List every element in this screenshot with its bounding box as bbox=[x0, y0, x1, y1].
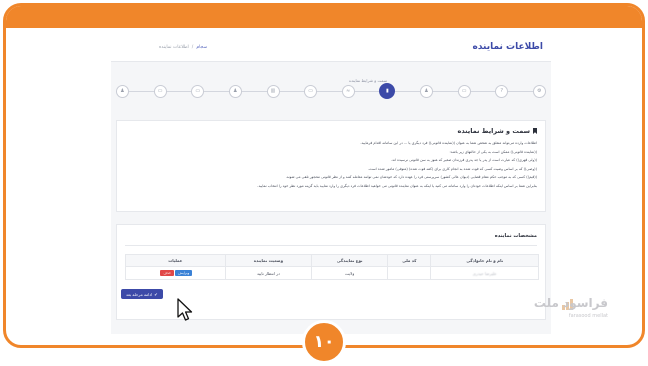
page-title: اطلاعات نماینده bbox=[472, 42, 543, 52]
terms-line: ((وصی)) که بر اساس وصیت کسی که فوت شده ب… bbox=[368, 166, 537, 171]
frame-top-bar bbox=[6, 6, 642, 28]
step-8-bookmark-icon[interactable]: ▮ bbox=[379, 83, 396, 99]
column-header-status: وضعیت نماینده bbox=[224, 254, 313, 267]
next-step-label: ادامه مرحله بعد bbox=[126, 291, 153, 297]
breadcrumb-separator: / bbox=[191, 45, 194, 50]
step-9-user-icon[interactable]: ♟ bbox=[420, 84, 433, 98]
terms-line: ((ولی قهری)) که عبارت است از پدر یا جد پ… bbox=[390, 158, 537, 163]
step-3-id-icon[interactable]: ▭ bbox=[191, 84, 205, 98]
progress-stepper: ♟ ▭ ▭ ♟ ▥ ▭ ≈ ▮ ♟ ▭ ? ⚙ bbox=[116, 83, 546, 99]
watermark-brand: فرا‌سود ملت bbox=[533, 296, 608, 310]
next-step-button[interactable]: ✔ ادامه مرحله بعد bbox=[121, 289, 163, 299]
divider bbox=[125, 245, 537, 246]
terms-line: ((نماینده قانونی)) ممکن است به یکی از حا… bbox=[449, 149, 537, 154]
step-6-card-icon[interactable]: ▭ bbox=[304, 84, 318, 98]
breadcrumb-item-current: اطلاعات نماینده bbox=[159, 45, 189, 50]
mouse-pointer-icon bbox=[177, 298, 193, 321]
cell-status: در انتظار تایید bbox=[224, 266, 313, 280]
column-header-type: نوع نمایندگی bbox=[311, 254, 389, 267]
column-header-name: نام و نام خانوادگی bbox=[430, 254, 539, 267]
watermark-logo: فرا‌سود ملت farasood mellat bbox=[528, 296, 608, 330]
step-2-card-icon[interactable]: ▭ bbox=[153, 84, 167, 98]
cell-name: علیرضا حیدری bbox=[430, 266, 539, 280]
terms-line: ((قیم)) کسی که به موجب حکم مقام قضایی (د… bbox=[285, 175, 537, 180]
watermark-subtitle: farasood mellat bbox=[568, 313, 608, 319]
column-header-actions: عملیات bbox=[125, 254, 226, 267]
step-11-question-icon[interactable]: ? bbox=[495, 84, 509, 98]
step-10-card-icon[interactable]: ▭ bbox=[457, 84, 471, 98]
check-icon: ✔ bbox=[154, 291, 158, 297]
step-4-user-icon[interactable]: ♟ bbox=[228, 84, 242, 98]
step-12-gear-icon[interactable]: ⚙ bbox=[532, 84, 546, 98]
stepper-line bbox=[116, 91, 546, 92]
column-header-national-code: کد ملی bbox=[387, 254, 432, 267]
page-header: اطلاعات نماینده سجام / اطلاعات نماینده bbox=[111, 34, 551, 62]
app-page: اطلاعات نماینده سجام / اطلاعات نماینده س… bbox=[111, 34, 551, 334]
terms-card: سمت و شرایط نماینده اطلاعات وارده می‌توا… bbox=[116, 120, 546, 212]
agents-title: مشخصات نماینده bbox=[494, 233, 537, 239]
cell-actions: ویرایش حذف bbox=[125, 266, 226, 280]
bookmark-icon bbox=[533, 128, 537, 134]
delete-button[interactable]: حذف bbox=[160, 270, 174, 276]
step-5-bank-icon[interactable]: ▥ bbox=[266, 84, 280, 98]
table-row: علیرضا حیدری ولایت در انتظار تایید ویرای… bbox=[125, 266, 539, 280]
breadcrumb-item-home[interactable]: سجام bbox=[196, 45, 207, 50]
cell-type: ولایت bbox=[311, 266, 389, 280]
table-header-row: نام و نام خانوادگی کد ملی نوع نمایندگی و… bbox=[125, 254, 539, 267]
terms-body: اطلاعات وارده می‌تواند متعلق به شخص شما … bbox=[122, 139, 537, 191]
cell-national-code bbox=[387, 266, 432, 280]
terms-line: بنابراین شما بر اساس اینکه اطلاعات خودتا… bbox=[257, 183, 537, 188]
terms-line: اطلاعات وارده می‌تواند متعلق به شخص شما … bbox=[360, 141, 537, 145]
terms-title: سمت و شرایط نماینده bbox=[458, 127, 537, 135]
tutorial-step-badge: ۱۰ bbox=[302, 320, 346, 364]
stepper-current-label: سمت و شرایط نماینده bbox=[349, 78, 388, 83]
terms-title-text: سمت و شرایط نماینده bbox=[457, 127, 530, 135]
step-1-user-icon[interactable]: ♟ bbox=[116, 84, 129, 98]
step-7-graduation-icon[interactable]: ≈ bbox=[341, 84, 355, 98]
agent-name: علیرضا حیدری bbox=[472, 270, 497, 276]
agents-table: نام و نام خانوادگی کد ملی نوع نمایندگی و… bbox=[125, 254, 539, 280]
tutorial-frame: اطلاعات نماینده سجام / اطلاعات نماینده س… bbox=[3, 3, 645, 348]
edit-button[interactable]: ویرایش bbox=[175, 270, 193, 276]
breadcrumb: سجام / اطلاعات نماینده bbox=[159, 45, 207, 50]
